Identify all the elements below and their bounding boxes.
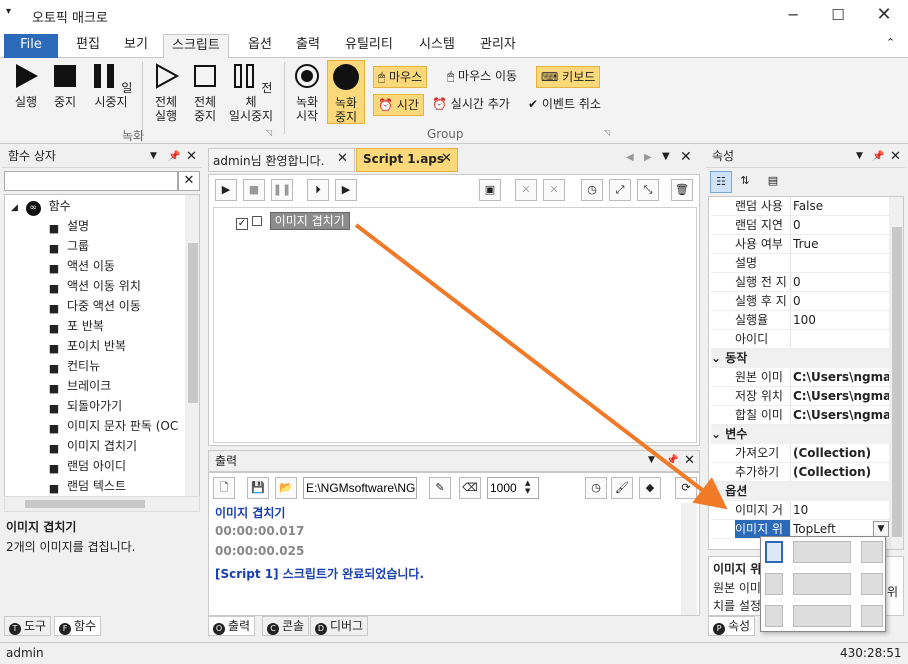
status-user: admin	[6, 646, 44, 660]
annotation-arrow	[354, 223, 728, 510]
status-bar: admin 430:28:51	[0, 642, 908, 664]
status-time: 430:28:51	[840, 646, 902, 660]
